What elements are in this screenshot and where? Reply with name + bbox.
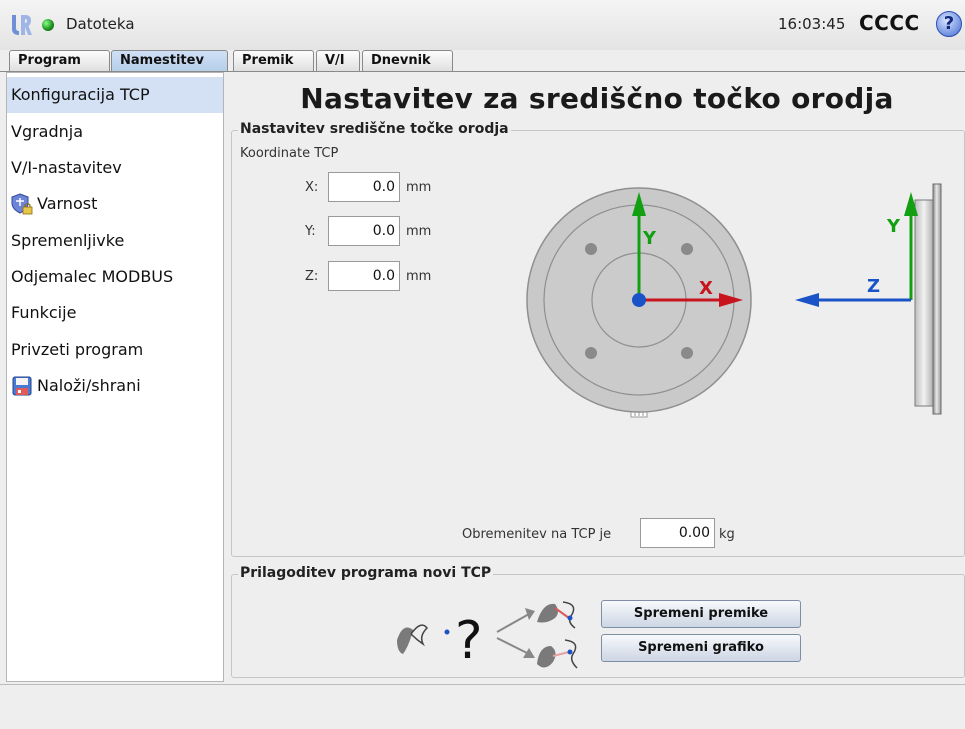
bolt-hole (585, 243, 597, 255)
change-moves-button[interactable]: Spremeni premike (601, 600, 801, 628)
side-z-axis-letter: Z (867, 276, 880, 297)
sidebar-item-label: Privzeti program (11, 340, 144, 359)
bolt-hole (585, 347, 597, 359)
tool-outline (410, 624, 428, 647)
sidebar-item-label: Varnost (37, 194, 98, 213)
main-panel: Nastavitev za središčno točko orodja Nas… (229, 72, 965, 682)
arrow-up-head (525, 608, 535, 620)
tab-namestitev[interactable]: Namestitev (111, 50, 228, 72)
z-axis-arrowhead (795, 293, 819, 307)
x-axis-label: X: (305, 180, 319, 195)
arrow-down-line (496, 637, 530, 655)
tcp-origin-point (632, 293, 646, 307)
tool-shape (537, 603, 558, 623)
tab-premik[interactable]: Premik (233, 50, 314, 72)
payload-unit-label: kg (719, 527, 735, 542)
y-unit-label: mm (406, 224, 432, 239)
clock: 16:03:45 (778, 15, 846, 33)
sidebar-item-features[interactable]: Funkcije (7, 295, 223, 331)
y-axis-letter: Y (642, 228, 657, 249)
tool-shape (537, 646, 556, 668)
arrow-up-line (496, 613, 530, 633)
floppy-disk-icon (12, 376, 32, 396)
sidebar-item-label: Odjemalec MODBUS (11, 267, 174, 286)
tcp-z-input[interactable]: 0.0 (328, 261, 400, 291)
sidebar-item-label: Naloži/shrani (37, 376, 141, 395)
sidebar-item-io-setup[interactable]: V/I-nastavitev (7, 150, 223, 186)
tab-program[interactable]: Program (9, 50, 110, 72)
sidebar-item-label: Funkcije (11, 303, 77, 322)
sidebar-item-tcp-config[interactable]: Konfiguracija TCP (7, 77, 223, 113)
tcp-point-icon (567, 615, 573, 621)
tcp-point-icon (444, 629, 450, 635)
app-title[interactable]: Datoteka (66, 15, 135, 33)
tab-dnevnik[interactable]: Dnevnik (362, 50, 453, 72)
sidebar-item-label: V/I-nastavitev (11, 158, 122, 177)
tcp-coordinates-label: Koordinate TCP (240, 146, 339, 161)
tcp-point-icon (567, 649, 573, 655)
flange-side-rim (932, 183, 942, 415)
x-axis-letter: X (699, 278, 713, 299)
payload-label: Obremenitev na TCP je (462, 527, 612, 542)
adjust-program-illustration: ? (397, 601, 578, 671)
tool-flange-side-diagram: Y Z (795, 183, 942, 415)
change-graphics-button[interactable]: Spremeni grafiko (601, 634, 801, 662)
robot-name: CCCC (859, 11, 920, 35)
bottom-divider (0, 684, 965, 685)
page-title: Nastavitev za središčno točko orodja (300, 82, 894, 115)
tab-vi[interactable]: V/I (316, 50, 360, 72)
question-mark: ? (455, 611, 483, 671)
sidebar-item-label: Vgradnja (11, 122, 84, 141)
tcp-x-input[interactable]: 0.0 (328, 172, 400, 202)
flange-side-plate (914, 199, 934, 407)
sidebar-item-safety[interactable]: Varnost (7, 186, 223, 222)
sidebar: Konfiguracija TCP Vgradnja V/I-nastavite… (6, 72, 224, 682)
side-y-axis-letter: Y (886, 216, 901, 237)
bolt-hole (681, 347, 693, 359)
z-unit-label: mm (406, 269, 432, 284)
help-button[interactable]: ? (936, 11, 962, 37)
sidebar-item-label: Spremenljivke (11, 231, 125, 250)
x-unit-label: mm (406, 180, 432, 195)
z-axis-label: Z: (305, 269, 319, 284)
sidebar-item-variables[interactable]: Spremenljivke (7, 223, 223, 259)
sidebar-item-load-save[interactable]: Naloži/shrani (7, 368, 223, 404)
sidebar-item-mounting[interactable]: Vgradnja (7, 114, 223, 150)
tool-shape (397, 627, 413, 654)
adjust-program-group-title: Prilagoditev programa novi TCP (238, 565, 494, 581)
payload-input[interactable]: 0.00 (640, 518, 715, 548)
bolt-hole (681, 243, 693, 255)
sidebar-item-modbus[interactable]: Odjemalec MODBUS (7, 259, 223, 295)
y-axis-label: Y: (305, 224, 316, 239)
tool-flange-front-diagram: Y X (526, 187, 752, 418)
sidebar-item-default-program[interactable]: Privzeti program (7, 332, 223, 368)
title-bar: Datoteka 16:03:45 CCCC ? (0, 0, 965, 50)
sidebar-item-label: Konfiguracija TCP (11, 85, 150, 104)
tcp-setup-group-title: Nastavitev središčne točke orodja (238, 121, 511, 137)
shield-lock-icon (11, 193, 33, 215)
ur-logo-icon (12, 15, 32, 35)
status-indicator-icon (42, 19, 54, 31)
tcp-y-input[interactable]: 0.0 (328, 216, 400, 246)
